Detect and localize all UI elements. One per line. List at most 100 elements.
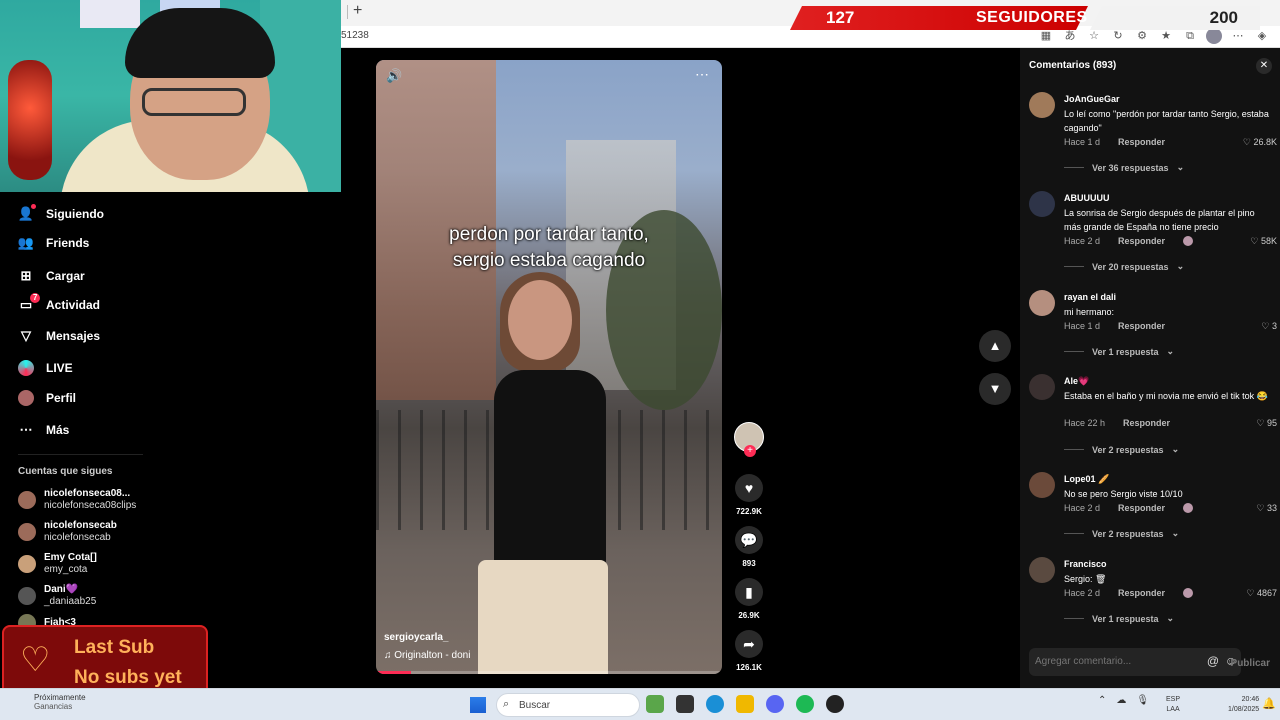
avatar[interactable] — [1029, 374, 1055, 400]
share-count: 126.1K — [736, 663, 762, 672]
comment-user[interactable]: Lope01 🥖 — [1064, 474, 1109, 485]
profile-icon — [18, 390, 34, 406]
url-text[interactable]: 51238 — [341, 30, 369, 41]
sidebar-item-activity[interactable]: ▭ 7 Actividad — [18, 293, 100, 316]
favorite-icon[interactable]: ☆ — [1086, 28, 1102, 44]
comment-like-button[interactable]: ♡ 58K — [1250, 236, 1277, 247]
sidebar-item-profile[interactable]: Perfil — [18, 387, 76, 409]
view-replies-button[interactable]: Ver 20 respuestas ⌄ — [1064, 261, 1184, 272]
menu-icon[interactable]: ⋯ — [1230, 28, 1246, 44]
heart-icon: ♥ — [735, 474, 763, 502]
comment-button[interactable]: 💬 893 — [732, 526, 766, 568]
video-player[interactable]: perdon por tardar tanto, sergio estaba c… — [376, 60, 722, 674]
comment-text: Lo leí como "perdón por tardar tanto Ser… — [1064, 109, 1269, 133]
sidebar-item-following[interactable]: 👤 Siguiendo — [18, 203, 104, 225]
share-button[interactable]: ➦ 126.1K — [732, 630, 766, 672]
sidebar-item-upload[interactable]: ⊞ Cargar — [18, 265, 85, 287]
previous-video-button[interactable]: ▲ — [979, 330, 1011, 362]
view-replies-button[interactable]: Ver 1 respuesta ⌄ — [1064, 346, 1174, 357]
comment-user[interactable]: Francisco — [1064, 559, 1107, 569]
follower-label: SEGUIDORES — [976, 9, 1088, 26]
start-button[interactable] — [470, 697, 486, 713]
comment-time: Hace 1 d — [1064, 321, 1101, 331]
refresh-icon[interactable]: ↻ — [1110, 28, 1126, 44]
reply-button[interactable]: Responder — [1118, 236, 1165, 246]
sidebar-item-live[interactable]: LIVE — [18, 357, 73, 379]
save-button[interactable]: ▮ 26.9K — [732, 578, 766, 620]
heart-icon: ♡ — [1256, 503, 1267, 513]
last-sub-title: Last Sub — [74, 637, 155, 658]
publish-button[interactable]: Publicar — [1231, 658, 1270, 669]
avatar[interactable] — [1029, 191, 1055, 217]
creator-avatar-button[interactable]: + — [732, 422, 766, 457]
comment-user[interactable]: Ale💗 — [1064, 376, 1089, 387]
cloud-icon[interactable]: ☁ — [1116, 695, 1126, 706]
comment-like-button[interactable]: ♡ 26.8K — [1243, 137, 1277, 148]
apps-icon[interactable]: ▦ — [1038, 28, 1054, 44]
translate-icon[interactable]: あ — [1062, 28, 1078, 44]
more-options-icon[interactable]: ⋯ — [695, 66, 710, 83]
avatar[interactable] — [1029, 290, 1055, 316]
chevron-up-icon[interactable]: ⌃ — [1098, 695, 1106, 706]
collections-icon[interactable]: ⧉ — [1182, 28, 1198, 44]
video-music[interactable]: ♫ Originalton - doni — [384, 650, 470, 661]
view-replies-button[interactable]: Ver 2 respuestas ⌄ — [1064, 528, 1179, 539]
discord-app-icon[interactable] — [766, 695, 784, 713]
file-explorer-icon[interactable] — [736, 695, 754, 713]
avatar[interactable] — [1029, 92, 1055, 118]
followed-account[interactable]: Emy Cota[] emy_cota — [18, 552, 97, 576]
avatar[interactable] — [1029, 557, 1055, 583]
taskbar-apps — [646, 695, 844, 713]
reply-button[interactable]: Responder — [1118, 588, 1165, 598]
mention-icon[interactable]: @ — [1207, 654, 1219, 668]
comment-input[interactable] — [1035, 656, 1175, 667]
extensions-icon[interactable]: ⚙ — [1134, 28, 1150, 44]
view-replies-button[interactable]: Ver 36 respuestas ⌄ — [1064, 162, 1184, 173]
sidebar-item-friends[interactable]: 👥 Friends — [18, 232, 89, 254]
close-comments-button[interactable]: ✕ — [1256, 58, 1272, 74]
new-tab-button[interactable]: + — [353, 2, 362, 20]
taskbar-search[interactable]: ⌕ Buscar — [496, 693, 640, 717]
followed-account[interactable]: nicolefonseca08... nicolefonseca08clips — [18, 488, 136, 512]
copilot-icon[interactable]: ◈ — [1254, 28, 1270, 44]
edge-app-icon[interactable] — [706, 695, 724, 713]
widgets-app-icon[interactable] — [646, 695, 664, 713]
reply-button[interactable]: Responder — [1118, 321, 1165, 331]
comment-like-button[interactable]: ♡ 3 — [1261, 321, 1277, 332]
task-view-icon[interactable] — [676, 695, 694, 713]
spotify-app-icon[interactable] — [796, 695, 814, 713]
video-author[interactable]: sergioycarla_ — [384, 632, 449, 643]
video-progress-bar[interactable] — [376, 671, 722, 674]
comments-panel: Comentarios (893) ✕ JoAnGueGar Lo leí co… — [1020, 48, 1280, 688]
followed-account[interactable]: Dani💜 _daniaab25 — [18, 584, 96, 608]
clock[interactable]: 20:46 1/08/2025 — [1228, 695, 1259, 715]
like-button[interactable]: ♥ 722.9K — [732, 474, 766, 516]
reply-button[interactable]: Responder — [1118, 137, 1165, 147]
reply-button[interactable]: Responder — [1118, 503, 1165, 513]
favorites-bar-icon[interactable]: ★ — [1158, 28, 1174, 44]
avatar[interactable] — [1029, 472, 1055, 498]
next-video-button[interactable]: ▼ — [979, 373, 1011, 405]
notification-icon[interactable]: 🔔 — [1262, 697, 1276, 710]
microphone — [8, 60, 52, 180]
followed-account[interactable]: nicolefonsecab nicolefonsecab — [18, 520, 117, 544]
comment-like-button[interactable]: ♡ 4867 — [1246, 588, 1277, 599]
comment-user[interactable]: JoAnGueGar — [1064, 94, 1120, 104]
comment-like-button[interactable]: ♡ 33 — [1256, 503, 1277, 514]
news-widget[interactable]: Próximamente Ganancias — [34, 693, 86, 711]
obs-app-icon[interactable] — [826, 695, 844, 713]
view-replies-button[interactable]: Ver 1 respuesta ⌄ — [1064, 613, 1174, 624]
reply-button[interactable]: Responder — [1123, 418, 1170, 428]
comment-like-button[interactable]: ♡ 95 — [1256, 418, 1277, 429]
sidebar-item-more[interactable]: ⋯ Más — [18, 419, 70, 441]
comment-user[interactable]: ABUUUUU — [1064, 193, 1110, 203]
volume-icon[interactable]: 🔊 — [386, 68, 402, 84]
sidebar-item-messages[interactable]: ▽ Mensajes — [18, 325, 100, 347]
follow-plus-icon[interactable]: + — [744, 445, 756, 457]
language-indicator[interactable]: ESP LAA — [1166, 695, 1180, 715]
comment-user[interactable]: rayan el dali — [1064, 292, 1116, 302]
profile-avatar[interactable] — [1206, 28, 1222, 44]
comment-time: Hace 22 h — [1064, 418, 1106, 428]
microphone-icon[interactable]: 🎙 — [1136, 695, 1149, 706]
view-replies-button[interactable]: Ver 2 respuestas ⌄ — [1064, 444, 1179, 455]
